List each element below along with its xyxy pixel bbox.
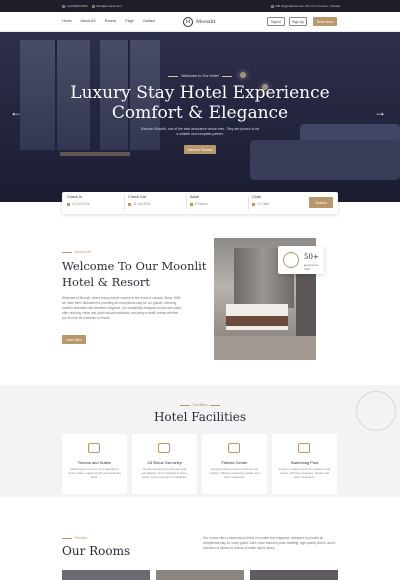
hero-banner: Welcome to Our Hotel Luxury Stay Hotel E… [0,32,400,202]
main-navbar: Home About US Rooms Page Contact M Moonl… [0,12,400,32]
adult-label: Adult [190,195,199,199]
about-title-line1: Welcome To Our Moonlit [62,259,207,273]
hero-description: Discover Moonlit, one of the best decora… [140,127,260,136]
nav-item-about[interactable]: About US [80,19,95,23]
email-info[interactable]: hotel@moonlit.com [92,4,122,8]
check-in-value: 15 Jun 2024 [72,202,90,206]
pool-icon [298,443,310,453]
rooms-kicker: Rooms [62,536,88,540]
facility-card[interactable]: Fitness Center Equipped with exercise ma… [202,434,267,494]
arrow-left-icon[interactable]: ← [10,105,22,119]
user-icon [190,202,193,206]
divider [186,196,187,210]
logo-name: Moonlit [196,19,216,25]
facility-card[interactable]: 24-Hour Security On-site security person… [132,434,197,494]
arrow-right-icon[interactable]: → [374,105,386,119]
divider [248,196,249,210]
adult-field[interactable]: Adult 2 Person [190,195,245,211]
hero-title-line1: Luxury Stay Hotel Experience [70,83,330,103]
facility-name: Rooms and Suites [78,460,111,465]
facility-desc: On-site security personnel and real surv… [141,467,188,479]
facility-name: Fitness Center [221,460,248,465]
nav-item-home[interactable]: Home [62,19,72,23]
address-info: 235 Segunda Avenue, 6th CA 4 Toronto, Ca… [271,4,340,8]
facility-card[interactable]: Rooms and Suites Varied types of rooms, … [62,434,127,494]
book-now-button[interactable]: Book Now [313,17,337,26]
phone-icon [62,4,65,8]
hero-title-line2: Comfort & Elegance [111,103,289,123]
nav-item-rooms[interactable]: Rooms [105,19,116,23]
top-info-bar: +1(234)567-890 hotel@moonlit.com 235 Seg… [0,0,400,12]
facilities-title: Hotel Facilities [153,410,247,424]
logo-mark: M [183,17,193,27]
nav-menu: Home About US Rooms Page Contact [62,19,163,23]
facility-desc: Equipped with exercise machines and weig… [209,467,260,479]
child-field[interactable]: Child +1 Child [252,195,304,211]
check-out-value: 21 Jun 2024 [133,202,151,206]
child-value: +1 Child [257,202,269,206]
rooms-title: Our Rooms [62,544,131,558]
about-text: Welcome to Moonlit, where luxury meets c… [62,296,182,320]
check-in-field[interactable]: Check In 15 Jun 2024 [67,195,122,211]
site-logo[interactable]: M Moonlit [183,17,216,27]
about-kicker: About US [62,250,92,254]
facilities-kicker: Facilities [179,403,221,407]
room-card-image[interactable] [62,570,150,580]
room-card-image[interactable] [156,570,244,580]
search-button[interactable]: Search [309,197,333,208]
experience-label: Experience Staff [304,263,318,271]
child-label: Child [252,195,261,199]
phone-info[interactable]: +1(234)567-890 [62,4,87,8]
phone-text: +1(234)567-890 [66,4,88,8]
rooms-description: Our rooms offer a harmonious blend of co… [203,536,336,550]
learn-more-button[interactable]: Learn More [62,335,86,344]
experience-badge: 50+ Experience Staff [278,246,324,274]
facility-desc: Indoor or outdoor pools for relaxation a… [278,467,331,479]
check-out-field[interactable]: Check Out 21 Jun 2024 [128,195,183,211]
check-out-label: Check Out [128,195,146,199]
facilities-section: Facilities Hotel Facilities Rooms and Su… [0,385,400,497]
location-icon [271,4,275,8]
email-text: hotel@moonlit.com [96,4,122,8]
hero-kicker: Welcome to Our Hotel [168,74,232,78]
facility-name: 24-Hour Security [146,460,183,465]
dumbbell-icon [228,443,240,453]
about-title-line2: Hotel & Resort [62,275,151,289]
shield-icon [158,443,170,453]
address-text: 235 Segunda Avenue, 6th CA 4 Toronto, Ca… [275,4,340,8]
bed-icon [88,443,100,453]
sign-up-button[interactable]: Sign Up [289,17,307,26]
calendar-icon [67,202,70,206]
adult-value: 2 Person [195,202,208,206]
facility-name: Swimming Pool [290,460,319,465]
image-floor [214,336,316,360]
check-in-label: Check In [67,195,82,199]
nav-item-contact[interactable]: Contact [143,19,155,23]
experience-number: 50+ [304,253,319,261]
mail-icon [92,4,95,8]
staff-icon [283,252,299,268]
discover-rooms-button[interactable]: Discover Rooms [184,145,216,154]
sign-in-button[interactable]: Sign in [267,17,285,26]
room-card-image[interactable] [250,570,338,580]
image-blanket [226,316,288,326]
nav-item-page[interactable]: Page [125,19,133,23]
facility-card[interactable]: Swimming Pool Indoor or outdoor pools fo… [272,434,337,494]
calendar-icon [128,202,131,206]
divider [124,196,125,210]
user-icon [252,202,255,206]
facility-desc: Varied types of rooms, from standard to … [68,467,121,479]
booking-form: Check In 15 Jun 2024 Check Out 21 Jun 20… [62,192,338,214]
